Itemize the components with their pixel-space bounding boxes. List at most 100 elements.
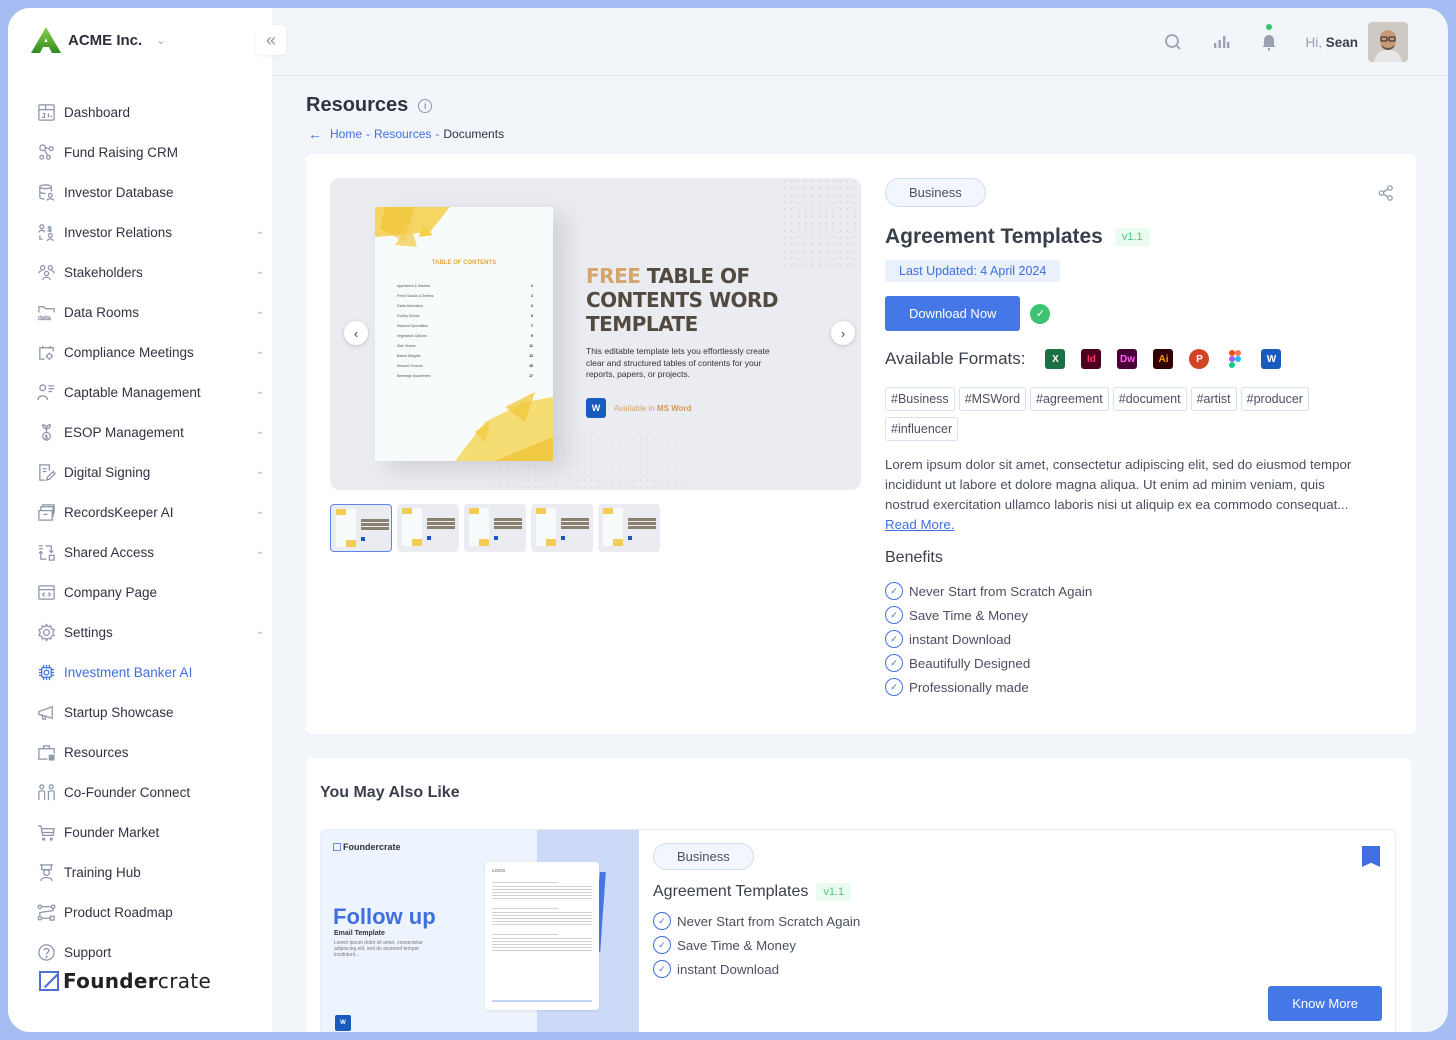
know-more-button[interactable]: Know More [1268, 986, 1382, 1021]
word-icon[interactable]: W [1261, 349, 1282, 369]
sidebar-item-data-rooms[interactable]: data Data Rooms ⌄ [36, 292, 264, 332]
sidebar-item-esop-management[interactable]: $ ESOP Management ⌄ [36, 412, 264, 452]
company-switcher[interactable]: ACME Inc. ⌄ [30, 26, 165, 54]
check-circle-icon: ✓ [885, 606, 903, 624]
collapse-sidebar-button[interactable]: « [256, 25, 286, 55]
tag-chip[interactable]: #document [1112, 387, 1187, 411]
chevron-down-icon[interactable]: ⌄ [256, 386, 264, 397]
read-more-link[interactable]: Read More. [885, 517, 954, 532]
dreamweaver-icon[interactable]: Dw [1117, 349, 1138, 369]
category-pill[interactable]: Business [653, 843, 754, 870]
sidebar-item-support[interactable]: Support [36, 932, 264, 972]
paper-text-line [492, 898, 592, 899]
thumbnail-doc [336, 509, 356, 547]
foundercrate-mark-icon [333, 843, 341, 851]
sidebar-item-product-roadmap[interactable]: Product Roadmap [36, 892, 264, 932]
double-chevron-left-icon: « [265, 29, 276, 50]
category-pill[interactable]: Business [885, 178, 986, 207]
toc-row: Fresh Salads & Greens 2 [397, 294, 533, 298]
sidebar-item-shared-access[interactable]: Shared Access ⌄ [36, 532, 264, 572]
search-button[interactable] [1149, 22, 1197, 62]
paper-text-line [492, 947, 592, 948]
tag-chip[interactable]: #artist [1190, 387, 1237, 411]
paper-text-line [492, 889, 592, 890]
paper-text-line [492, 915, 592, 916]
sidebar-item-digital-signing[interactable]: Digital Signing ⌄ [36, 452, 264, 492]
chevron-down-icon[interactable]: ⌄ [256, 306, 264, 317]
user-avatar[interactable] [1368, 22, 1408, 62]
sidebar-item-investor-relations[interactable]: $ Investor Relations ⌄ [36, 212, 264, 252]
sidebar-item-label: Company Page [64, 584, 158, 600]
crm-nodes-icon [36, 142, 56, 162]
chevron-down-icon[interactable]: ⌄ [256, 466, 264, 477]
paper-footer-bar [492, 1000, 592, 1002]
thumbnail[interactable] [397, 504, 459, 552]
word-icon: W [586, 398, 606, 418]
tag-chip[interactable]: #Business [885, 387, 955, 411]
carousel-prev-button[interactable]: ‹ [344, 321, 368, 345]
tag-chip[interactable]: #producer [1240, 387, 1309, 411]
sidebar-item-compliance-meetings[interactable]: Compliance Meetings ⌄ [36, 332, 264, 372]
tag-chip[interactable]: #influencer [885, 417, 959, 441]
chevron-down-icon[interactable]: ⌄ [256, 426, 264, 437]
toc-label: Side Dishes [397, 344, 416, 348]
sidebar-item-captable-management[interactable]: Captable Management ⌄ [36, 372, 264, 412]
app-window: ACME Inc. ⌄ Dashboard Fund Raising CRM Inv… [8, 8, 1448, 1032]
sidebar-item-settings[interactable]: Settings ⌄ [36, 612, 264, 652]
chevron-down-icon[interactable]: ⌄ [256, 626, 264, 637]
check-circle-icon: ✓ [885, 678, 903, 696]
share-button[interactable] [1377, 184, 1395, 207]
sidebar-item-recordskeeper-ai[interactable]: RecordsKeeper AI ⌄ [36, 492, 264, 532]
paper-text-line [492, 950, 592, 951]
chevron-down-icon[interactable]: ⌄ [256, 506, 264, 517]
thumbnail[interactable] [464, 504, 526, 552]
chevron-down-icon[interactable]: ⌄ [256, 226, 264, 237]
check-circle-icon: ✓ [1030, 303, 1051, 324]
toc-page: 11 [529, 344, 533, 348]
recommendation-card[interactable]: Foundercrate Follow up Email Template Lo… [320, 829, 1396, 1032]
sidebar-item-training-hub[interactable]: Training Hub [36, 852, 264, 892]
sidebar-item-label: Founder Market [64, 824, 160, 840]
sidebar-item-stakeholders[interactable]: Stakeholders ⌄ [36, 252, 264, 292]
chevron-down-icon[interactable]: ⌄ [256, 266, 264, 277]
sidebar-item-founder-market[interactable]: Founder Market [36, 812, 264, 852]
breadcrumb-resources[interactable]: Resources [374, 127, 431, 141]
thumbnail-strip [330, 504, 660, 552]
sidebar-item-investment-banker-ai[interactable]: Investment Banker AI [36, 652, 264, 692]
powerpoint-icon[interactable]: P [1189, 349, 1210, 369]
sidebar-item-fund-raising-crm[interactable]: Fund Raising CRM [36, 132, 264, 172]
sidebar-item-dashboard[interactable]: Dashboard [36, 92, 264, 132]
back-arrow-icon[interactable]: ← [308, 126, 322, 142]
thumbnail[interactable] [531, 504, 593, 552]
download-now-button[interactable]: Download Now [885, 296, 1021, 331]
thumbnail[interactable] [598, 504, 660, 552]
paper-text-line [492, 921, 592, 922]
carousel-next-button[interactable]: › [831, 321, 855, 345]
analytics-button[interactable] [1197, 22, 1245, 62]
excel-icon[interactable]: X [1045, 349, 1066, 369]
illustrator-icon[interactable]: Ai [1153, 349, 1174, 369]
tag-chip[interactable]: #agreement [1030, 387, 1109, 411]
figma-icon[interactable] [1225, 349, 1246, 369]
sidebar-item-co-founder-connect[interactable]: Co-Founder Connect [36, 772, 264, 812]
thumbnail-title [427, 518, 455, 521]
chevron-down-icon[interactable]: ⌄ [256, 346, 264, 357]
indesign-icon[interactable]: Id [1081, 349, 1102, 369]
notifications-button[interactable] [1245, 22, 1293, 62]
sidebar-item-investor-database[interactable]: Investor Database [36, 172, 264, 212]
sidebar-item-company-page[interactable]: Company Page [36, 572, 264, 612]
benefit-text: instant Download [909, 631, 1012, 647]
sidebar-item-startup-showcase[interactable]: Startup Showcase [36, 692, 264, 732]
product-detail-card: TABLE OF CONTENTS Appetizers & Starters 1… [306, 154, 1416, 734]
chevron-down-icon[interactable]: ⌄ [256, 546, 264, 557]
thumbnail-title [361, 519, 389, 522]
thumbnail[interactable] [330, 504, 392, 552]
info-icon[interactable]: i [418, 98, 433, 113]
tag-chip[interactable]: #MSWord [958, 387, 1027, 411]
bookmark-icon[interactable] [1362, 846, 1380, 867]
recommendation-title[interactable]: Agreement Templates [653, 883, 808, 901]
breadcrumb-home[interactable]: Home [330, 127, 362, 141]
sidebar-item-resources[interactable]: Resources [36, 732, 264, 772]
benefits-heading: Benefits [885, 549, 943, 566]
calendar-gear-icon [36, 342, 56, 362]
